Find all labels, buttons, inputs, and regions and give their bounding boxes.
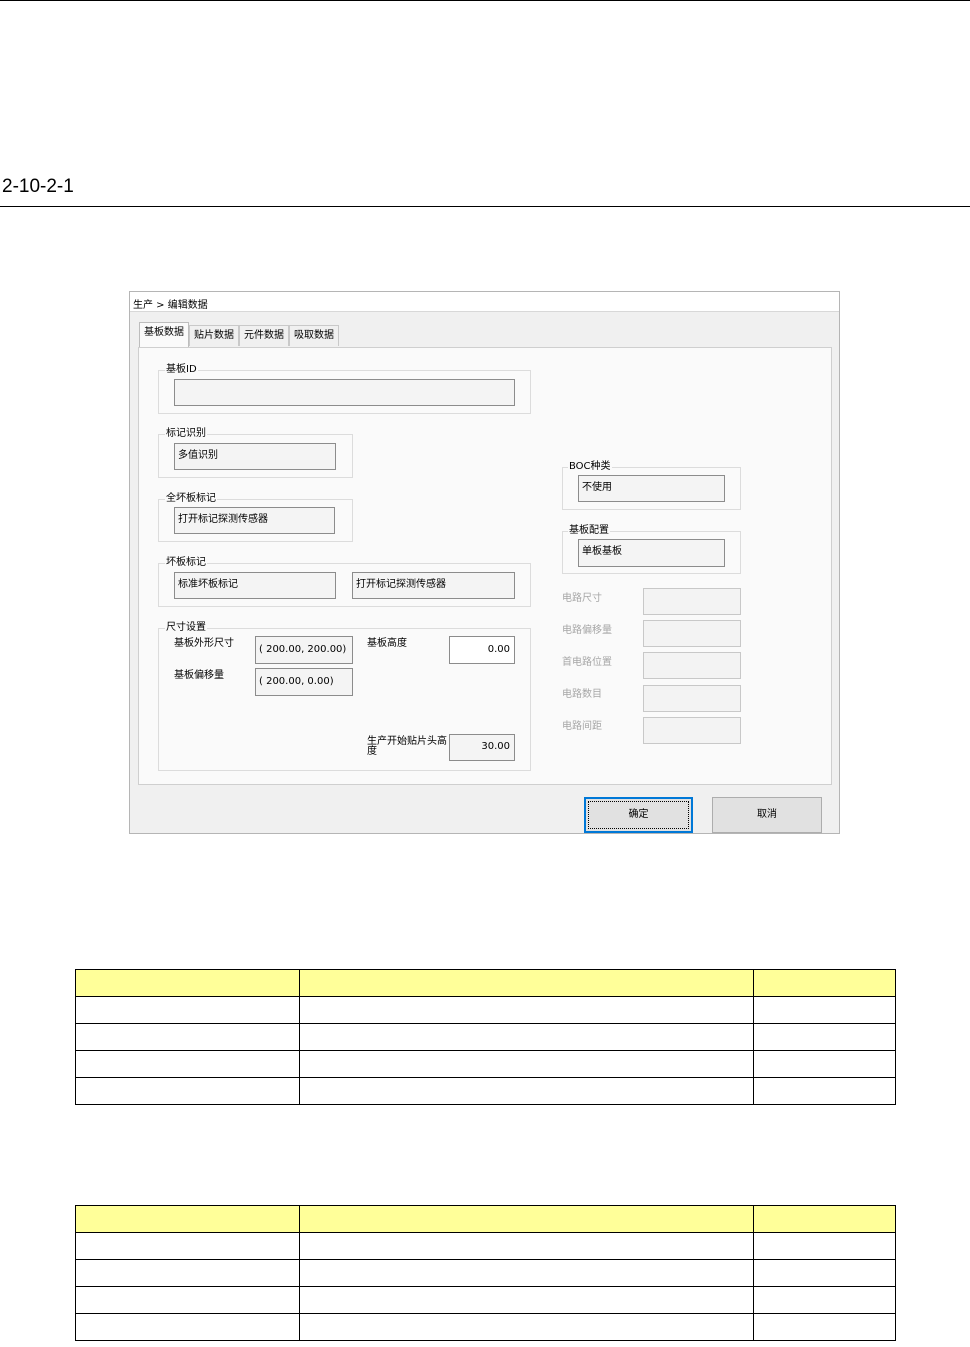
mark-recognition-field[interactable]: 多值识别	[174, 443, 336, 470]
table-row	[75, 1232, 896, 1260]
top-rule	[0, 0, 970, 1]
size-settings-label: 尺寸设置	[165, 622, 207, 634]
cancel-button[interactable]: 取消	[712, 797, 822, 833]
table-cell	[75, 1232, 300, 1260]
board-offset-field[interactable]: ( 200.00, 0.00)	[255, 668, 353, 696]
head-height-label: 生产开始贴片头高度	[367, 736, 447, 757]
table-cell	[75, 1259, 300, 1287]
cancel-button-label: 取消	[757, 809, 777, 820]
table-row	[75, 1023, 896, 1051]
table-cell	[299, 1023, 754, 1051]
table-cell	[753, 1077, 896, 1105]
table-cell	[299, 1286, 754, 1314]
table-cell	[299, 1077, 754, 1105]
table-row	[75, 1077, 896, 1105]
board-id-field[interactable]	[174, 379, 515, 406]
table-row	[75, 1259, 896, 1287]
heading-rule	[0, 206, 970, 207]
bad-mark-label: 坏板标记	[165, 557, 207, 569]
first-circuit-position-field[interactable]	[643, 652, 741, 679]
table-cell	[75, 996, 300, 1024]
table-cell	[75, 1313, 300, 1341]
table-cell	[75, 1286, 300, 1314]
board-config-label: 基板配置	[568, 525, 610, 537]
table-row	[75, 1286, 896, 1314]
table-cell	[753, 1232, 896, 1260]
first-circuit-position-label: 首电路位置	[562, 657, 612, 668]
circuit-size-field[interactable]	[643, 588, 741, 615]
table-cell	[299, 996, 754, 1024]
head-height-field[interactable]: 30.00	[449, 734, 515, 761]
circuit-offset-field[interactable]	[643, 620, 741, 647]
board-height-input[interactable]: 0.00	[449, 636, 515, 664]
tab-pickup-data[interactable]: 吸取数据	[289, 325, 339, 346]
table-cell	[75, 1050, 300, 1078]
table-cell	[753, 1286, 896, 1314]
board-id-label: 基板ID	[165, 364, 198, 376]
edit-data-dialog: 生产 > 编辑数据 基板数据 贴片数据 元件数据 吸取数据 基板ID 标记识别 …	[129, 291, 840, 834]
section-number: 2-10-2-1	[2, 176, 74, 197]
table-cell	[299, 1232, 754, 1260]
boc-type-field[interactable]: 不使用	[578, 475, 725, 502]
breadcrumb: 生产 > 编辑数据	[133, 300, 208, 311]
circuit-pitch-field[interactable]	[643, 717, 741, 744]
table-cell	[75, 1077, 300, 1105]
table-cell	[299, 1050, 754, 1078]
circuit-pitch-label: 电路间距	[562, 721, 602, 732]
boc-type-label: BOC种类	[568, 461, 612, 473]
circuit-count-field[interactable]	[643, 685, 741, 712]
circuit-count-label: 电路数目	[562, 689, 602, 700]
board-outline-field[interactable]: ( 200.00, 200.00)	[255, 636, 353, 664]
parameter-table-2	[75, 1205, 896, 1341]
mark-recognition-label: 标记识别	[165, 428, 207, 440]
table-header-cell	[753, 1205, 896, 1233]
table-cell	[753, 1259, 896, 1287]
focus-rect	[588, 801, 689, 829]
table-row	[75, 1313, 896, 1341]
bad-mark-sensor-field[interactable]: 打开标记探测传感器	[352, 572, 515, 599]
table-row	[75, 996, 896, 1024]
board-offset-label: 基板偏移量	[174, 670, 224, 681]
bad-mark-type-field[interactable]: 标准坏板标记	[174, 572, 336, 599]
board-height-label: 基板高度	[367, 638, 407, 649]
board-config-field[interactable]: 单板基板	[578, 539, 725, 567]
table-cell	[753, 1050, 896, 1078]
table-row	[75, 1050, 896, 1078]
table-cell	[753, 996, 896, 1024]
table-header-cell	[75, 969, 300, 997]
parameter-table-1	[75, 969, 896, 1105]
table-header-row	[75, 969, 896, 997]
table-cell	[75, 1023, 300, 1051]
table-cell	[299, 1259, 754, 1287]
table-cell	[753, 1313, 896, 1341]
breadcrumb-bar: 生产 > 编辑数据	[130, 292, 839, 312]
tab-component-data[interactable]: 元件数据	[239, 325, 289, 346]
all-bad-mark-field[interactable]: 打开标记探测传感器	[174, 507, 335, 534]
table-cell	[753, 1023, 896, 1051]
circuit-offset-label: 电路偏移量	[562, 625, 612, 636]
tab-board-data[interactable]: 基板数据	[139, 322, 189, 347]
circuit-size-label: 电路尺寸	[562, 593, 602, 604]
table-header-cell	[299, 969, 754, 997]
table-cell	[299, 1313, 754, 1341]
tab-placement-data[interactable]: 贴片数据	[189, 325, 239, 346]
table-header-cell	[75, 1205, 300, 1233]
board-outline-label: 基板外形尺寸	[174, 638, 234, 649]
table-header-cell	[753, 969, 896, 997]
table-header-row	[75, 1205, 896, 1233]
board-data-panel: 基板ID 标记识别 多值识别 全坏板标记 打开标记探测传感器 坏板标记 标准坏板…	[138, 347, 832, 785]
ok-button[interactable]: 确定	[584, 797, 693, 833]
all-bad-mark-label: 全坏板标记	[165, 493, 217, 505]
table-header-cell	[299, 1205, 754, 1233]
